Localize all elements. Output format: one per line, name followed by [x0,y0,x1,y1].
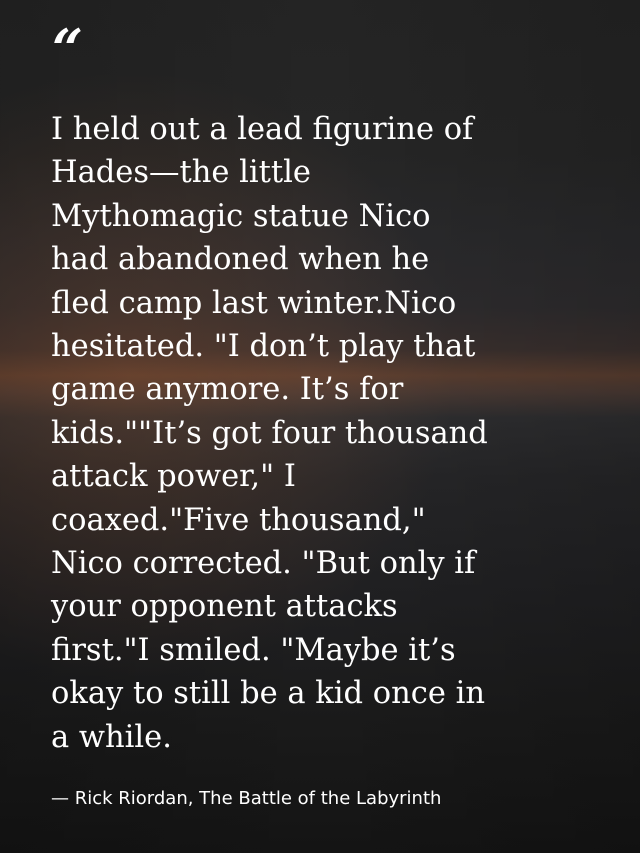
quote-line: Mythomagic statue Nico [51,198,431,234]
quote-line: game anymore. It’s for [51,372,404,408]
quote-line: fled camp last winter.Nico [51,285,457,321]
quote-attribution: — Rick Riordan, The Battle of the Labyri… [51,788,442,809]
quote-line: first."I smiled. "Maybe it’s [51,632,456,668]
quote-line: Hades—the little [51,155,311,191]
quote-line: coaxed."Five thousand," [51,502,426,538]
quote-line: hesitated. "I don’t play that [51,329,476,365]
quote-line: a while. [51,719,172,755]
quote-line: had abandoned when he [51,242,430,278]
quote-line: okay to still be a kid once in [51,676,485,712]
quotation-mark-icon: “ [52,17,84,81]
quote-text: I held out a lead figurine of Hades—the … [51,108,603,759]
quote-line: Nico corrected. "But only if [51,546,476,582]
quote-line: kids.""It’s got four thousand [51,415,488,451]
quote-line: I held out a lead figurine of [51,112,474,147]
quote-line: your opponent attacks [51,589,398,625]
quote-line: attack power," I [51,459,296,495]
